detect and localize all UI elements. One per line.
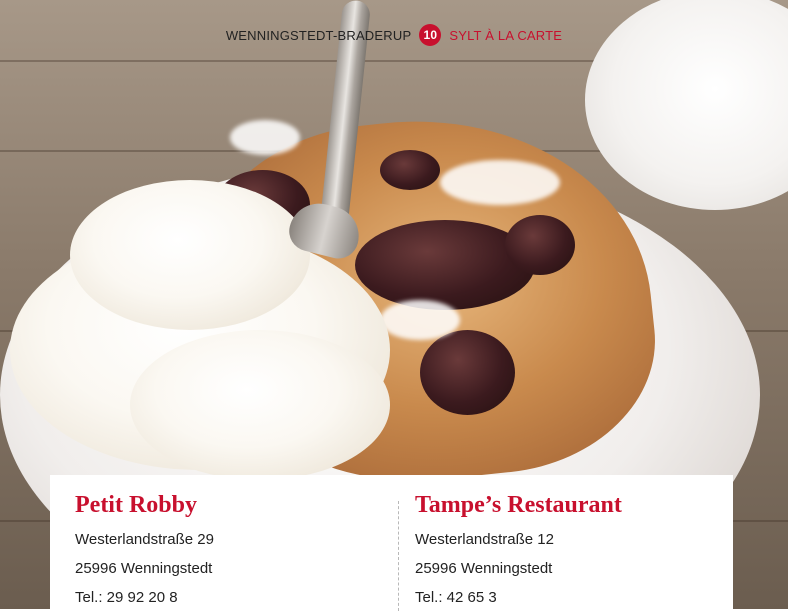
page-number-badge: 10 [419,24,442,46]
powdered-sugar [380,300,460,340]
restaurant-phone: Tel.: 42 65 3 [415,589,497,606]
restaurant-city: 25996 Wenningstedt [415,560,553,577]
header-location: WENNINGSTEDT-BRADERUP [225,27,412,43]
restaurant-street: Westerlandstraße 29 [75,531,214,548]
restaurant-info-panel: Petit Robby Westerlandstraße 29 25996 We… [50,475,733,612]
whipped-cream [130,330,390,480]
restaurant-phone: Tel.: 29 92 20 8 [75,589,178,606]
restaurant-city: 25996 Wenningstedt [75,560,213,577]
page-header: WENNINGSTEDT-BRADERUP 10 SYLT À LA CARTE [0,24,788,46]
powdered-sugar [230,120,300,155]
powdered-sugar [440,160,560,205]
header-section: SYLT À LA CARTE [449,27,563,43]
plum-piece [380,150,440,190]
restaurant-card-tampes: Tampe’s Restaurant Westerlandstraße 12 2… [415,492,622,612]
restaurant-card-petit-robby: Petit Robby Westerlandstraße 29 25996 We… [75,492,214,612]
restaurant-name: Tampe’s Restaurant [415,492,622,518]
whipped-cream [70,180,310,330]
restaurant-street: Westerlandstraße 12 [415,531,554,548]
plum-piece [420,330,515,415]
plum-piece [505,215,575,275]
column-divider [398,501,399,611]
restaurant-name: Petit Robby [75,492,197,518]
